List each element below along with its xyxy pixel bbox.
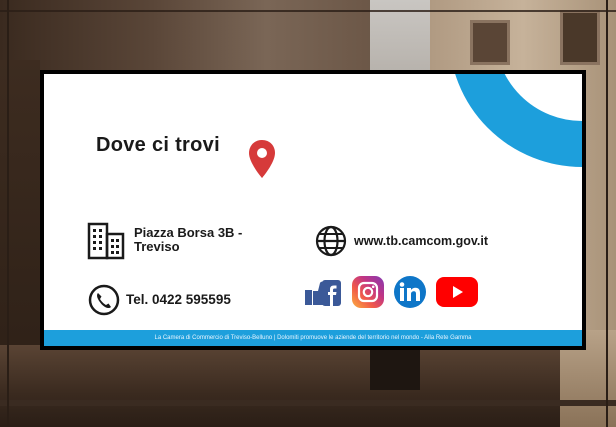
phone-number: Tel. 0422 595595	[126, 292, 231, 307]
window	[560, 10, 600, 65]
street-floor	[0, 345, 616, 427]
address-line1: Piazza Borsa 3B -	[134, 225, 243, 240]
signage-screen: Dove ci trovi Piazza Borsa 3B - Treviso …	[44, 74, 582, 346]
window-frame-top	[0, 10, 616, 12]
window	[470, 20, 510, 65]
youtube-icon[interactable]	[436, 277, 478, 307]
footer-text: La Camera di Commercio di Treviso-Bellun…	[154, 335, 472, 341]
window-frame-right	[606, 0, 608, 427]
phone-icon	[88, 284, 120, 316]
facebook-icon[interactable]	[304, 276, 342, 308]
globe-icon	[315, 225, 347, 257]
address-line2: Treviso	[134, 239, 180, 254]
window-frame-rail	[0, 400, 616, 406]
digital-signage-panel: Dove ci trovi Piazza Borsa 3B - Treviso …	[40, 70, 586, 350]
linkedin-icon[interactable]	[394, 276, 426, 308]
website-url: www.tb.camcom.gov.it	[354, 234, 489, 248]
building-icon	[87, 222, 125, 260]
decorative-arc	[455, 74, 582, 167]
footer-bar: La Camera di Commercio di Treviso-Bellun…	[44, 330, 582, 346]
display-stand	[370, 345, 420, 390]
instagram-icon[interactable]	[352, 276, 384, 308]
social-links	[304, 276, 478, 308]
window-frame-left	[7, 0, 9, 427]
location-pin-icon	[249, 140, 275, 178]
address: Piazza Borsa 3B - Treviso	[86, 220, 242, 260]
phone: Tel. 0422 595595	[88, 284, 231, 316]
page-title: Dove ci trovi	[96, 134, 220, 156]
website: www.tb.camcom.gov.it	[314, 224, 488, 258]
